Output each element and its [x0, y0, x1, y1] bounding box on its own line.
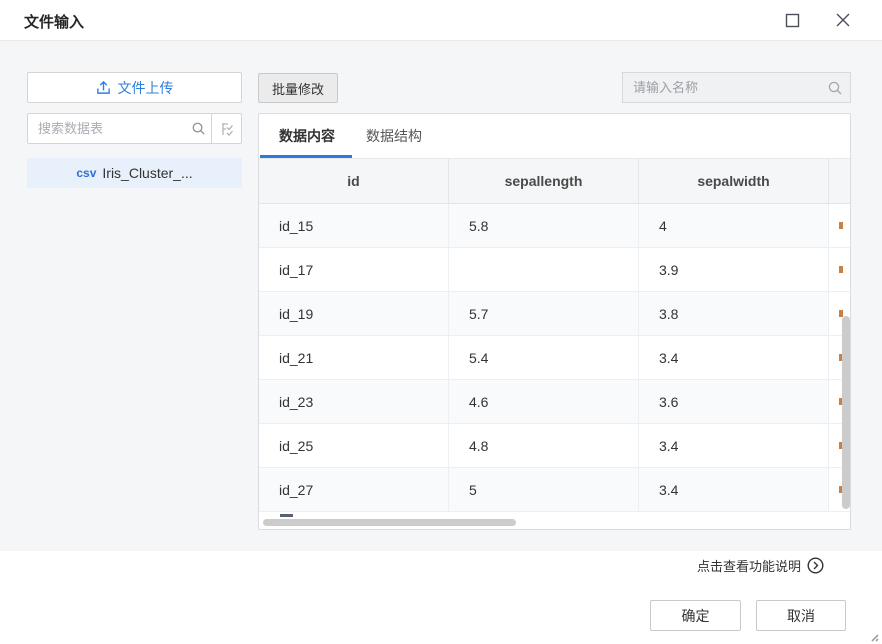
- table-row[interactable]: id_2753.4: [259, 468, 850, 512]
- truncated-cell-mark: [839, 266, 843, 273]
- batch-edit-label: 批量修改: [272, 79, 324, 98]
- name-search-box: [622, 72, 851, 103]
- file-upload-button[interactable]: 文件上传: [27, 72, 242, 103]
- column-header-sepalwidth: sepalwidth: [639, 159, 829, 203]
- tabs-bar: 数据内容 数据结构: [259, 114, 850, 159]
- table-cell: 5: [449, 468, 639, 511]
- ok-button-label: 确定: [682, 606, 710, 626]
- table-cell: 4: [639, 204, 829, 247]
- file-upload-label: 文件上传: [118, 78, 174, 98]
- maximize-icon: [785, 13, 800, 28]
- truncated-cell-mark: [839, 310, 843, 317]
- dataset-name: Iris_Cluster_...: [102, 165, 192, 181]
- dataset-search-box: [27, 113, 242, 144]
- table-cell: [449, 248, 639, 291]
- resize-grip[interactable]: [867, 630, 879, 642]
- table-row[interactable]: id_215.43.4: [259, 336, 850, 380]
- table-cell: id_15: [259, 204, 449, 247]
- column-header-truncated: [829, 159, 850, 203]
- table-cell: 3.4: [639, 468, 829, 511]
- cancel-button[interactable]: 取消: [756, 600, 846, 631]
- tab-data-structure[interactable]: 数据结构: [366, 114, 422, 158]
- table-cell: 5.4: [449, 336, 639, 379]
- table-cell: 3.4: [639, 336, 829, 379]
- table-cell: 3.4: [639, 424, 829, 467]
- search-icon[interactable]: [185, 121, 211, 136]
- help-link[interactable]: 点击查看功能说明: [697, 556, 824, 575]
- table-row[interactable]: id_234.63.6: [259, 380, 850, 424]
- truncated-column-cell: [829, 204, 850, 247]
- column-header-id: id: [259, 159, 449, 203]
- dataset-search-input[interactable]: [28, 121, 185, 136]
- table-cell: 3.8: [639, 292, 829, 335]
- table-body: id_155.84id_173.9id_195.73.8id_215.43.4i…: [259, 204, 850, 512]
- cancel-button-label: 取消: [787, 606, 815, 626]
- vertical-scrollbar-thumb[interactable]: [842, 316, 850, 509]
- column-header-sepallength: sepallength: [449, 159, 639, 203]
- table-cell: 3.9: [639, 248, 829, 291]
- tab-data-content-label: 数据内容: [279, 126, 335, 146]
- truncated-column-cell: [829, 248, 850, 291]
- table-row[interactable]: id_155.84: [259, 204, 850, 248]
- circle-chevron-right-icon: [807, 557, 824, 574]
- multi-select-icon[interactable]: [212, 121, 241, 137]
- table-cell: id_19: [259, 292, 449, 335]
- table-cell: id_17: [259, 248, 449, 291]
- table-cell: 4.6: [449, 380, 639, 423]
- table-row[interactable]: id_254.83.4: [259, 424, 850, 468]
- active-tab-underline: [260, 155, 352, 158]
- close-button[interactable]: [832, 9, 854, 31]
- tab-data-structure-label: 数据结构: [366, 126, 422, 146]
- table-cell: id_21: [259, 336, 449, 379]
- upload-icon: [96, 80, 111, 95]
- table-row[interactable]: id_17 3.9: [259, 248, 850, 292]
- dataset-list-item-selected[interactable]: csv Iris_Cluster_...: [27, 158, 242, 188]
- batch-edit-button[interactable]: 批量修改: [258, 73, 338, 103]
- clipped-row-text-sliver: [280, 514, 293, 517]
- name-search-icon[interactable]: [820, 80, 850, 96]
- csv-type-badge: csv: [76, 166, 96, 180]
- tab-data-content[interactable]: 数据内容: [279, 114, 335, 158]
- table-cell: id_25: [259, 424, 449, 467]
- data-preview-panel: 数据内容 数据结构 idsepallengthsepalwidth id_155…: [258, 113, 851, 530]
- close-icon: [835, 12, 851, 28]
- ok-button[interactable]: 确定: [650, 600, 741, 631]
- table-row[interactable]: id_195.73.8: [259, 292, 850, 336]
- table-cell: id_23: [259, 380, 449, 423]
- dialog-content: 文件上传 csv Iris_Cluster_... 批量修改: [0, 41, 882, 551]
- name-search-input[interactable]: [623, 80, 820, 95]
- help-link-label: 点击查看功能说明: [697, 556, 801, 575]
- maximize-button[interactable]: [781, 9, 803, 31]
- truncated-cell-mark: [839, 222, 843, 229]
- table-cell: id_27: [259, 468, 449, 511]
- horizontal-scrollbar-thumb[interactable]: [263, 519, 516, 526]
- table-cell: 5.8: [449, 204, 639, 247]
- table-cell: 4.8: [449, 424, 639, 467]
- dialog-footer: 点击查看功能说明 确定 取消: [0, 551, 882, 644]
- table-header-row: idsepallengthsepalwidth: [259, 159, 850, 204]
- table-cell: 5.7: [449, 292, 639, 335]
- dialog-title: 文件输入: [24, 11, 84, 32]
- dialog-titlebar: 文件输入: [0, 0, 882, 41]
- table-cell: 3.6: [639, 380, 829, 423]
